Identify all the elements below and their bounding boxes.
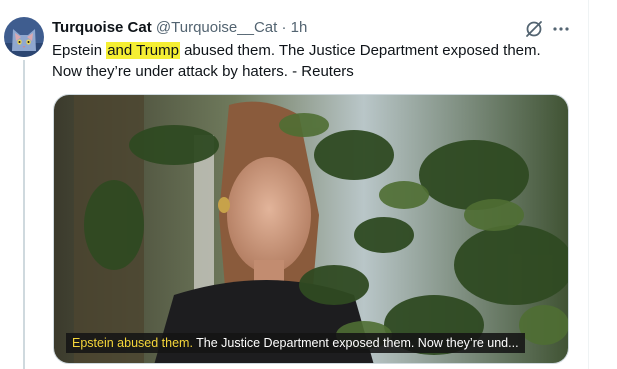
column-divider <box>588 0 589 369</box>
tweet-text: Epstein and Trump abused them. The Justi… <box>52 40 572 82</box>
separator-dot: · <box>281 19 287 36</box>
tweet-header: Turquoise Cat @Turquoise__Cat · 1h <box>52 18 577 38</box>
more-icon[interactable] <box>551 19 571 39</box>
video-frame <box>54 95 568 363</box>
highlighted-text: and Trump <box>106 42 180 59</box>
thread-line <box>23 60 25 369</box>
grok-icon[interactable] <box>524 19 544 39</box>
video-caption: Epstein abused them. The Justice Departm… <box>66 333 525 353</box>
caption-highlight: Epstein abused them. <box>72 336 193 350</box>
timestamp[interactable]: 1h <box>291 19 308 36</box>
caption-rest: The Justice Department exposed them. Now… <box>192 336 519 350</box>
author-handle[interactable]: @Turquoise__Cat <box>156 19 277 36</box>
avatar[interactable] <box>4 17 44 57</box>
author-name[interactable]: Turquoise Cat <box>52 19 152 36</box>
tweet-text-part1: Epstein <box>52 42 107 59</box>
video-media[interactable]: Epstein abused them. The Justice Departm… <box>53 94 569 364</box>
